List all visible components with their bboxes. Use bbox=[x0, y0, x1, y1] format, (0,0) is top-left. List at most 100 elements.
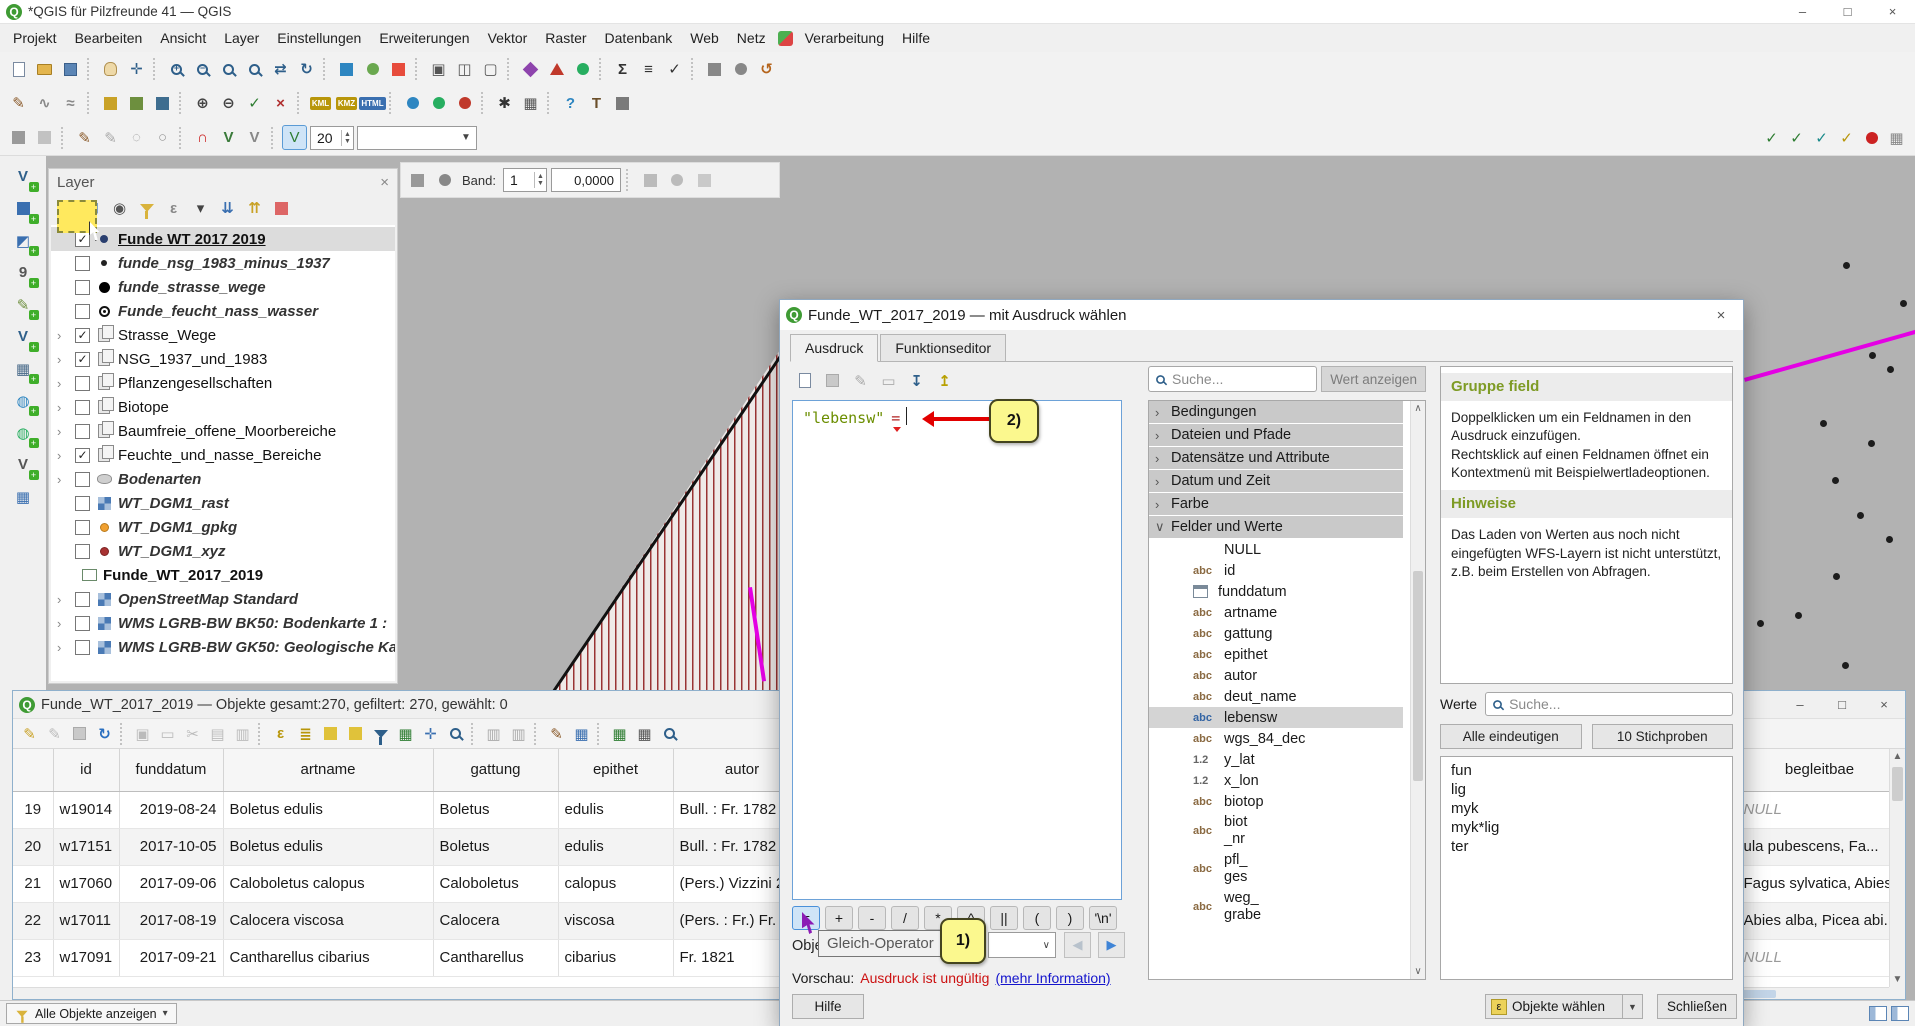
expand-icon[interactable]: › bbox=[57, 352, 70, 367]
function-group[interactable]: ∨Felder und Werte bbox=[1149, 516, 1403, 538]
toolbar-icon[interactable] bbox=[6, 125, 31, 150]
toolbar-icon[interactable]: ◌ bbox=[124, 125, 149, 150]
values-search-input[interactable]: Suche... bbox=[1485, 692, 1733, 716]
layer-item[interactable]: Funde_WT_2017_2019 bbox=[51, 563, 395, 587]
toolbar-icon[interactable] bbox=[58, 57, 83, 82]
column-header[interactable]: epithet bbox=[558, 749, 673, 791]
layer-checkbox[interactable]: ✓ bbox=[75, 352, 90, 367]
toolbar-icon[interactable] bbox=[242, 57, 267, 82]
toolbar-icon[interactable]: KML bbox=[308, 91, 333, 116]
toolbar-icon[interactable]: V bbox=[11, 164, 36, 189]
toolbar-icon[interactable]: ✛ bbox=[418, 721, 443, 746]
table-cell[interactable]: 2017-08-19 bbox=[119, 902, 223, 939]
toolbar-icon[interactable]: + bbox=[164, 57, 189, 82]
toolbar-icon[interactable] bbox=[405, 168, 430, 193]
toolbar-icon[interactable]: ≣ bbox=[293, 721, 318, 746]
table-cell[interactable]: Fagus sylvatica, Abies... bbox=[1737, 865, 1889, 902]
toolbar-icon[interactable]: ε bbox=[161, 196, 186, 221]
table-cell[interactable]: NULL bbox=[1737, 939, 1889, 976]
layer-checkbox[interactable] bbox=[75, 640, 90, 655]
layer-item[interactable]: ›WMS LGRB-BW GK50: Geologische Ka bbox=[51, 635, 395, 659]
toolbar-icon[interactable]: ▥ bbox=[506, 721, 531, 746]
toolbar-icon[interactable] bbox=[432, 168, 457, 193]
toolbar-icon[interactable]: ✎ bbox=[848, 368, 873, 393]
layer-item[interactable]: ✓Funde WT 2017 2019 bbox=[51, 227, 395, 251]
layer-item[interactable]: ›✓NSG_1937_und_1983 bbox=[51, 347, 395, 371]
value-item[interactable]: myk*lig bbox=[1441, 818, 1732, 837]
toolbar-icon[interactable]: ▥ bbox=[481, 721, 506, 746]
expression-editor[interactable]: "lebensw"= 2) bbox=[792, 400, 1122, 900]
toolbar-icon[interactable] bbox=[98, 91, 123, 116]
toolbar-icon[interactable] bbox=[820, 368, 845, 393]
layer-item[interactable]: funde_nsg_1983_minus_1937 bbox=[51, 251, 395, 275]
toolbar-icon[interactable] bbox=[792, 368, 817, 393]
toolbar-icon[interactable]: × bbox=[268, 91, 293, 116]
dialog-titlebar[interactable]: Q Funde_WT_2017_2019 — mit Ausdruck wähl… bbox=[780, 300, 1743, 330]
menu-projekt[interactable]: Projekt bbox=[4, 26, 66, 50]
toolbar-icon[interactable]: ✎ bbox=[544, 721, 569, 746]
toolbar-icon[interactable]: ▦ bbox=[569, 721, 594, 746]
toolbar-icon[interactable] bbox=[443, 721, 468, 746]
table-cell[interactable]: edulis bbox=[558, 828, 673, 865]
field-item[interactable]: abcdeut_name bbox=[1149, 686, 1425, 707]
toolbar-icon[interactable]: ◍ bbox=[11, 388, 36, 413]
toolbar-icon[interactable]: ⇊ bbox=[215, 196, 240, 221]
tab-funktionseditor[interactable]: Funktionseditor bbox=[880, 334, 1006, 361]
toolbar-icon[interactable]: T bbox=[584, 91, 609, 116]
table-cell[interactable]: edulis bbox=[558, 791, 673, 828]
field-item[interactable]: 1.2y_lat bbox=[1149, 749, 1425, 770]
toolbar-icon[interactable]: ◩ bbox=[11, 228, 36, 253]
toolbar-icon[interactable]: V bbox=[11, 324, 36, 349]
layer-item[interactable]: Funde_feucht_nass_wasser bbox=[51, 299, 395, 323]
spin-arrows-icon[interactable]: ▲▼ bbox=[534, 172, 546, 188]
toolbar-icon[interactable]: ⇈ bbox=[242, 196, 267, 221]
table-cell[interactable]: Boletus edulis bbox=[223, 791, 433, 828]
toolbar-icon[interactable] bbox=[67, 721, 92, 746]
expand-icon[interactable]: › bbox=[57, 376, 70, 391]
function-group[interactable]: ›Datum und Zeit bbox=[1149, 470, 1403, 492]
dock-panel-icon[interactable] bbox=[1891, 1006, 1909, 1021]
layer-checkbox[interactable] bbox=[75, 304, 90, 319]
operator-button[interactable]: ( bbox=[1023, 906, 1051, 930]
toolbar-icon[interactable]: ▣ bbox=[426, 57, 451, 82]
toolbar-icon[interactable]: ✎ bbox=[42, 721, 67, 746]
toolbar-icon[interactable]: ✎ bbox=[98, 125, 123, 150]
expand-icon[interactable]: › bbox=[57, 640, 70, 655]
toolbar-icon[interactable]: HTML bbox=[360, 91, 385, 116]
toolbar-icon[interactable]: ◫ bbox=[452, 57, 477, 82]
previous-feature-button[interactable]: ◀ bbox=[1064, 932, 1091, 958]
table-cell[interactable]: Abies alba, Picea abi... bbox=[1737, 902, 1889, 939]
table-cell[interactable]: 2017-09-06 bbox=[119, 865, 223, 902]
toolbar-icon[interactable] bbox=[124, 91, 149, 116]
toolbar-icon[interactable] bbox=[518, 57, 543, 82]
sample-button[interactable]: 10 Stichproben bbox=[1592, 724, 1734, 749]
toolbar-icon[interactable]: ↧ bbox=[904, 368, 929, 393]
operator-button[interactable]: / bbox=[891, 906, 919, 930]
layer-item[interactable]: ›Bodenarten bbox=[51, 467, 395, 491]
dock-panel-icon[interactable] bbox=[1869, 1006, 1887, 1021]
field-item[interactable]: funddatum bbox=[1149, 581, 1425, 602]
toolbar-icon[interactable]: ⊖ bbox=[216, 91, 241, 116]
toolbar-icon[interactable] bbox=[570, 57, 595, 82]
table-cell[interactable]: cibarius bbox=[558, 939, 673, 976]
column-header[interactable]: begleitbae bbox=[1737, 749, 1889, 791]
tab-ausdruck[interactable]: Ausdruck bbox=[790, 334, 878, 362]
toolbar-icon[interactable] bbox=[150, 91, 175, 116]
object-combo[interactable]: ∨ bbox=[988, 932, 1056, 958]
toolbar-icon[interactable] bbox=[334, 57, 359, 82]
scale-spinbox[interactable]: 20 ▲▼ bbox=[310, 126, 354, 150]
table-cell[interactable]: Cantharellus cibarius bbox=[223, 939, 433, 976]
toolbar-icon[interactable]: ✓ bbox=[662, 57, 687, 82]
toolbar-icon[interactable]: ↻ bbox=[92, 721, 117, 746]
menu-datenbank[interactable]: Datenbank bbox=[596, 26, 682, 50]
toolbar-icon[interactable]: ✎ bbox=[72, 125, 97, 150]
toolbar-icon[interactable]: ✎ bbox=[6, 91, 31, 116]
toolbar-icon[interactable]: ▭ bbox=[876, 368, 901, 393]
layer-item[interactable]: WT_DGM1_xyz bbox=[51, 539, 395, 563]
menu-ansicht[interactable]: Ansicht bbox=[151, 26, 215, 50]
toolbar-icon[interactable] bbox=[134, 196, 159, 221]
layer-checkbox[interactable] bbox=[75, 520, 90, 535]
help-button[interactable]: Hilfe bbox=[792, 994, 864, 1019]
toolbar-icon[interactable]: ↻ bbox=[294, 57, 319, 82]
close-icon[interactable]: × bbox=[1870, 0, 1915, 23]
